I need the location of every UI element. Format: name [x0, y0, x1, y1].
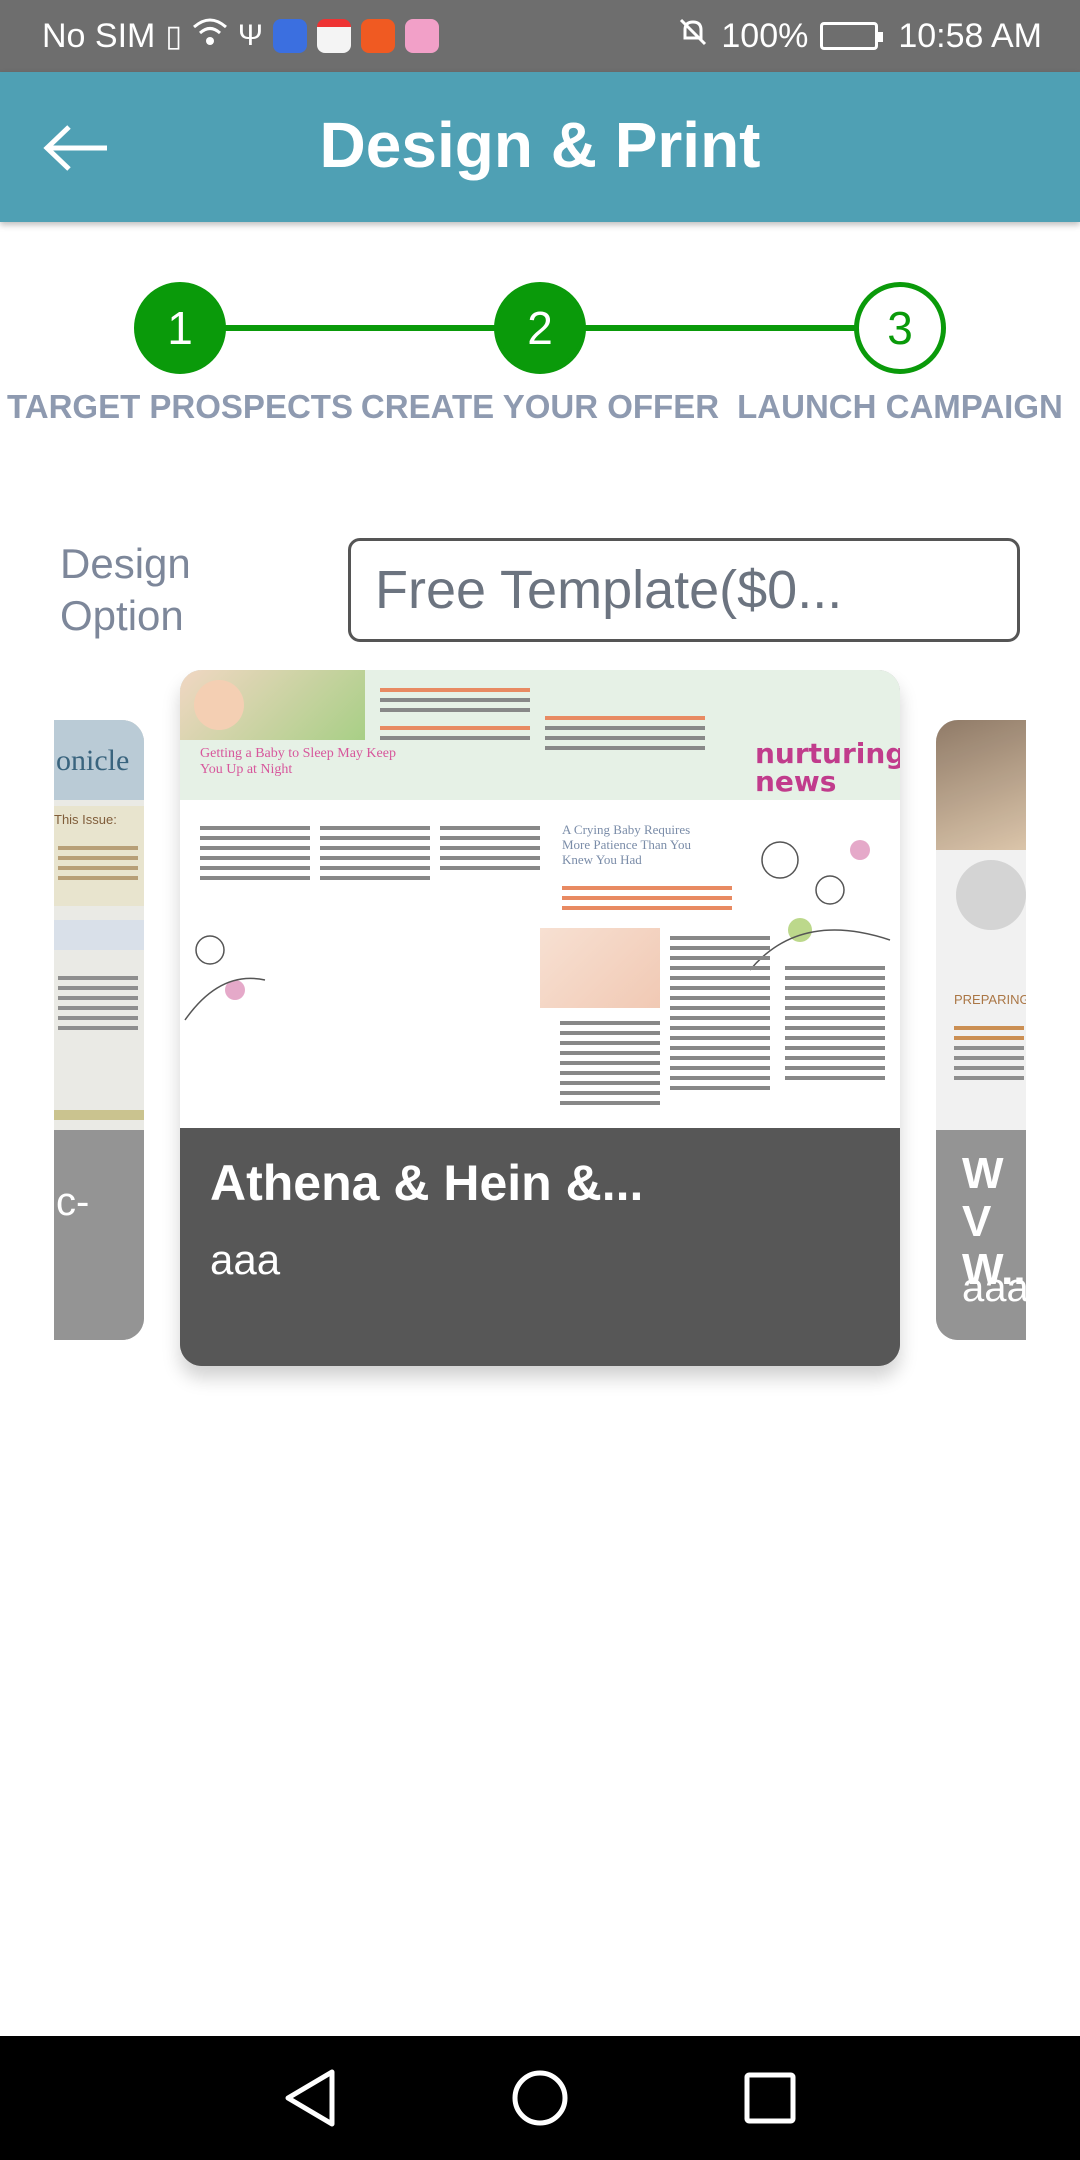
status-right: 100% 10:58 AM	[677, 0, 1042, 72]
step-connector-1	[180, 325, 540, 331]
app-bar: Design & Print	[0, 72, 1080, 222]
wifi-icon	[192, 17, 228, 56]
headline-mid: A Crying Baby Requires More Patience Tha…	[562, 822, 692, 867]
status-left: No SIM ▯ Ψ	[42, 0, 439, 72]
mute-icon	[677, 16, 709, 57]
template-thumb-main: Getting a Baby to Sleep May Keep You Up …	[180, 670, 900, 1128]
template-card-left[interactable]: onicle This Issue: c-	[54, 720, 144, 1340]
left-card-masthead: onicle	[56, 744, 130, 777]
template-carousel[interactable]: onicle This Issue: c- Getting a Baby to …	[54, 670, 1026, 1430]
step-connector-2	[540, 325, 900, 331]
design-option-select[interactable]: Free Template($0...	[348, 538, 1020, 642]
carrier-text: No SIM	[42, 16, 156, 55]
right-card-caption: aaa	[962, 1266, 1026, 1310]
left-card-caption: c-	[56, 1180, 90, 1224]
nav-home-button[interactable]	[500, 2058, 580, 2138]
progress-stepper: 1 2 3 TARGET PROSPECTS CREATE YOUR OFFER…	[0, 280, 1080, 440]
design-option-value: Free Template($0...	[375, 560, 843, 620]
sleeping-baby-photo	[540, 928, 660, 1008]
template-caption-left: c-	[54, 1130, 144, 1340]
right-card-section: PREPARING T	[954, 992, 1026, 1007]
square-recents-icon	[744, 2072, 796, 2124]
brand-title-line1: nurturing	[755, 737, 900, 770]
brand-title: nurturing news	[755, 740, 900, 796]
template-card-selected[interactable]: Getting a Baby to Sleep May Keep You Up …	[180, 670, 900, 1366]
step-1-circle: 1	[134, 282, 226, 374]
system-nav-bar	[0, 2036, 1080, 2160]
status-bar: No SIM ▯ Ψ 100% 10:58 AM	[0, 0, 1080, 72]
template-thumb-left: onicle This Issue:	[54, 720, 144, 1130]
template-caption-main: Athena & Hein &... aaa	[180, 1128, 900, 1366]
battery-icon	[820, 22, 884, 50]
template-thumb-right: PREPARING T	[936, 720, 1026, 1130]
maps-app-icon	[316, 19, 351, 53]
screen: No SIM ▯ Ψ 100% 10:58 AM Design & Print	[0, 0, 1080, 2160]
template-caption-right: WV W... aaa	[936, 1130, 1026, 1340]
clock: 10:58 AM	[898, 16, 1042, 55]
step-2-circle: 2	[494, 282, 586, 374]
step-3-circle: 3	[854, 282, 946, 374]
design-option-label-line1: Design	[60, 540, 191, 587]
step-3-label: LAUNCH CAMPAIGN	[737, 388, 1063, 425]
step-2-number: 2	[527, 302, 553, 354]
circle-home-icon	[512, 2070, 568, 2126]
design-option-label-line2: Option	[60, 592, 184, 639]
design-option-label: Design Option	[60, 538, 310, 642]
template-card-right[interactable]: PREPARING T WV W... aaa	[936, 720, 1026, 1340]
template-title: Athena & Hein &...	[210, 1155, 644, 1211]
video-app-icon	[360, 19, 395, 53]
triangle-back-icon	[285, 2069, 335, 2127]
step-1-number: 1	[167, 302, 193, 354]
sim-alert-icon: ▯	[165, 19, 182, 53]
nav-back-button[interactable]	[270, 2058, 350, 2138]
page-title: Design & Print	[319, 109, 761, 181]
floral-decoration-left-icon	[184, 935, 266, 1021]
usb-icon: Ψ	[237, 19, 263, 52]
step-1-label: TARGET PROSPECTS	[7, 388, 353, 425]
brand-title-line2: news	[755, 765, 837, 798]
student-photo	[936, 720, 1026, 850]
battery-percent: 100%	[721, 16, 809, 55]
template-subtitle: aaa	[210, 1236, 281, 1283]
step-2-label: CREATE YOUR OFFER	[360, 388, 720, 425]
music-app-icon	[272, 19, 307, 53]
nav-recents-button[interactable]	[730, 2058, 810, 2138]
step-3-number: 3	[887, 302, 913, 354]
photos-app-icon	[404, 19, 439, 53]
headline-left: Getting a Baby to Sleep May Keep You Up …	[200, 746, 396, 777]
left-card-issue: This Issue:	[54, 812, 117, 827]
